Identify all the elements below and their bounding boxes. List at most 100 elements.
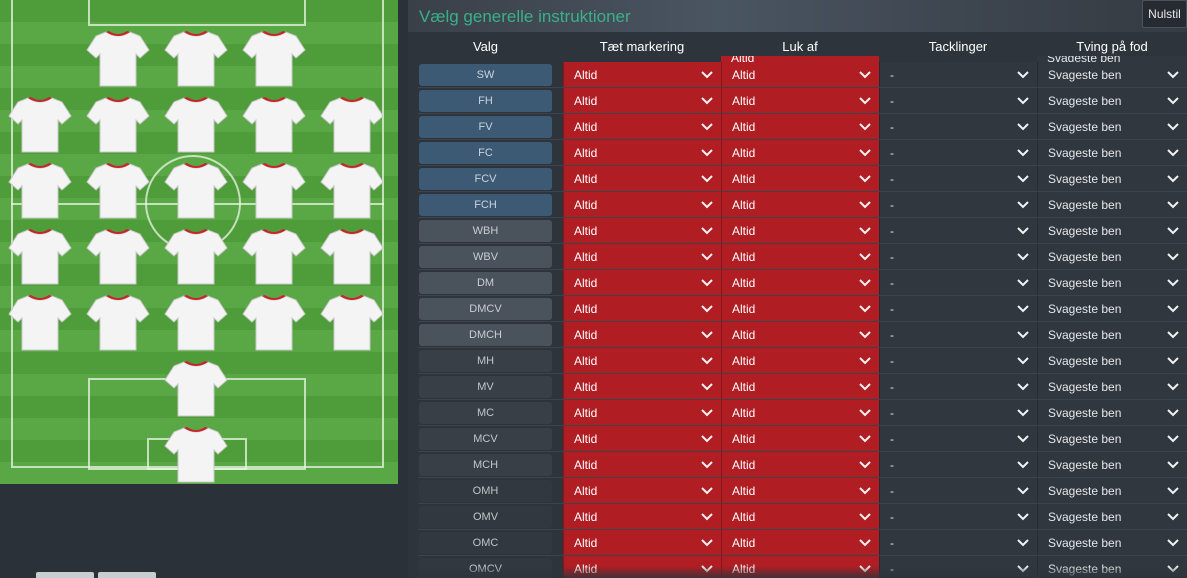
marking-dropdown[interactable]: Altid bbox=[563, 322, 721, 348]
shirt-icon[interactable] bbox=[320, 160, 384, 220]
foot-dropdown[interactable]: Svageste ben bbox=[1037, 140, 1187, 166]
shirt-icon[interactable] bbox=[86, 292, 150, 352]
position-button[interactable]: FCV bbox=[419, 168, 552, 190]
shirt-icon[interactable] bbox=[242, 28, 306, 88]
marking-dropdown[interactable]: Altid bbox=[563, 426, 721, 452]
position-button[interactable]: MV bbox=[419, 376, 552, 398]
tackling-dropdown[interactable]: - bbox=[879, 374, 1037, 400]
shirt-icon[interactable] bbox=[164, 292, 228, 352]
bottom-tabs[interactable] bbox=[36, 572, 156, 578]
closing-dropdown[interactable]: Altid bbox=[721, 530, 879, 556]
shirt-icon[interactable] bbox=[164, 226, 228, 286]
marking-dropdown[interactable]: Altid bbox=[563, 452, 721, 478]
position-button[interactable]: FH bbox=[419, 90, 552, 112]
marking-dropdown[interactable]: Altid bbox=[563, 348, 721, 374]
position-button[interactable]: MCV bbox=[419, 428, 552, 450]
foot-dropdown[interactable]: Svageste ben bbox=[1037, 270, 1187, 296]
position-button[interactable]: FV bbox=[419, 116, 552, 138]
tackling-dropdown[interactable]: - bbox=[879, 270, 1037, 296]
position-button[interactable]: DM bbox=[419, 272, 552, 294]
tackling-dropdown[interactable]: - bbox=[879, 478, 1037, 504]
position-button[interactable]: OMCV bbox=[419, 558, 552, 578]
tackling-dropdown[interactable]: - bbox=[879, 530, 1037, 556]
closing-dropdown[interactable]: Altid bbox=[721, 244, 879, 270]
tackling-dropdown[interactable]: - bbox=[879, 556, 1037, 578]
foot-dropdown[interactable]: Svageste ben bbox=[1037, 478, 1187, 504]
marking-dropdown[interactable]: Altid bbox=[563, 270, 721, 296]
tackling-dropdown[interactable]: - bbox=[879, 400, 1037, 426]
tackling-dropdown[interactable]: - bbox=[879, 140, 1037, 166]
marking-dropdown[interactable]: Altid bbox=[563, 166, 721, 192]
marking-dropdown[interactable]: Altid bbox=[563, 192, 721, 218]
marking-dropdown[interactable]: Altid bbox=[563, 88, 721, 114]
shirt-icon[interactable] bbox=[164, 94, 228, 154]
shirt-icon[interactable] bbox=[8, 94, 72, 154]
marking-dropdown[interactable]: Altid bbox=[563, 244, 721, 270]
shirt-icon[interactable] bbox=[86, 226, 150, 286]
position-button[interactable]: DMCH bbox=[419, 324, 552, 346]
closing-dropdown[interactable]: Altid bbox=[721, 400, 879, 426]
shirt-icon[interactable] bbox=[242, 160, 306, 220]
bottom-tab-2[interactable] bbox=[98, 572, 156, 578]
position-button[interactable]: WBH bbox=[419, 220, 552, 242]
foot-dropdown[interactable]: Svageste ben bbox=[1037, 504, 1187, 530]
shirt-icon[interactable] bbox=[320, 292, 384, 352]
foot-dropdown[interactable]: Svageste ben bbox=[1037, 556, 1187, 578]
position-button[interactable]: SW bbox=[419, 64, 552, 86]
closing-dropdown[interactable]: Altid bbox=[721, 348, 879, 374]
position-button[interactable]: DMCV bbox=[419, 298, 552, 320]
shirt-icon[interactable] bbox=[320, 94, 384, 154]
tackling-dropdown[interactable]: - bbox=[879, 114, 1037, 140]
position-button[interactable]: FCH bbox=[419, 194, 552, 216]
marking-dropdown[interactable]: Altid bbox=[563, 218, 721, 244]
foot-dropdown[interactable]: Svageste ben bbox=[1037, 296, 1187, 322]
marking-dropdown[interactable]: Altid bbox=[563, 114, 721, 140]
position-button[interactable]: FC bbox=[419, 142, 552, 164]
foot-dropdown[interactable]: Svageste ben bbox=[1037, 244, 1187, 270]
foot-dropdown[interactable]: Svageste ben bbox=[1037, 88, 1187, 114]
position-button[interactable]: MC bbox=[419, 402, 552, 424]
foot-dropdown[interactable]: Svageste ben bbox=[1037, 400, 1187, 426]
shirt-icon[interactable] bbox=[8, 226, 72, 286]
tackling-dropdown[interactable]: - bbox=[879, 218, 1037, 244]
marking-dropdown[interactable]: Altid bbox=[563, 296, 721, 322]
tackling-dropdown[interactable]: - bbox=[879, 62, 1037, 88]
tackling-dropdown[interactable]: - bbox=[879, 322, 1037, 348]
foot-dropdown[interactable]: Svageste ben bbox=[1037, 452, 1187, 478]
tackling-dropdown[interactable]: - bbox=[879, 192, 1037, 218]
shirt-icon[interactable] bbox=[8, 292, 72, 352]
marking-dropdown[interactable]: Altid bbox=[563, 400, 721, 426]
closing-dropdown[interactable]: Altid bbox=[721, 504, 879, 530]
position-button[interactable]: OMH bbox=[419, 480, 552, 502]
position-button[interactable]: OMV bbox=[419, 506, 552, 528]
foot-dropdown[interactable]: Svageste ben bbox=[1037, 426, 1187, 452]
closing-dropdown[interactable]: Altid bbox=[721, 166, 879, 192]
closing-dropdown[interactable]: Altid bbox=[721, 140, 879, 166]
foot-dropdown[interactable]: Svageste ben bbox=[1037, 192, 1187, 218]
tackling-dropdown[interactable]: - bbox=[879, 426, 1037, 452]
shirt-icon[interactable] bbox=[86, 94, 150, 154]
closing-dropdown[interactable]: Altid bbox=[721, 478, 879, 504]
marking-dropdown[interactable]: Altid bbox=[563, 140, 721, 166]
tackling-dropdown[interactable]: - bbox=[879, 88, 1037, 114]
foot-dropdown[interactable]: Svageste ben bbox=[1037, 166, 1187, 192]
bottom-tab-1[interactable] bbox=[36, 572, 94, 578]
foot-dropdown[interactable]: Svageste ben bbox=[1037, 218, 1187, 244]
marking-dropdown[interactable]: Altid bbox=[563, 530, 721, 556]
tackling-dropdown[interactable]: - bbox=[879, 348, 1037, 374]
closing-dropdown[interactable]: Altid bbox=[721, 452, 879, 478]
shirt-icon[interactable] bbox=[242, 292, 306, 352]
closing-dropdown[interactable]: Altid bbox=[721, 218, 879, 244]
closing-dropdown[interactable]: Altid bbox=[721, 114, 879, 140]
closing-dropdown[interactable]: Altid bbox=[721, 296, 879, 322]
closing-dropdown[interactable]: Altid bbox=[721, 426, 879, 452]
marking-dropdown[interactable]: Altid bbox=[563, 504, 721, 530]
tackling-dropdown[interactable]: - bbox=[879, 244, 1037, 270]
marking-dropdown[interactable]: Altid bbox=[563, 374, 721, 400]
shirt-icon[interactable] bbox=[164, 424, 228, 484]
position-button[interactable]: OMC bbox=[419, 532, 552, 554]
closing-dropdown[interactable]: Altid bbox=[721, 192, 879, 218]
closing-dropdown[interactable]: Altid bbox=[721, 62, 879, 88]
closing-dropdown[interactable]: Altid bbox=[721, 270, 879, 296]
shirt-icon[interactable] bbox=[86, 28, 150, 88]
